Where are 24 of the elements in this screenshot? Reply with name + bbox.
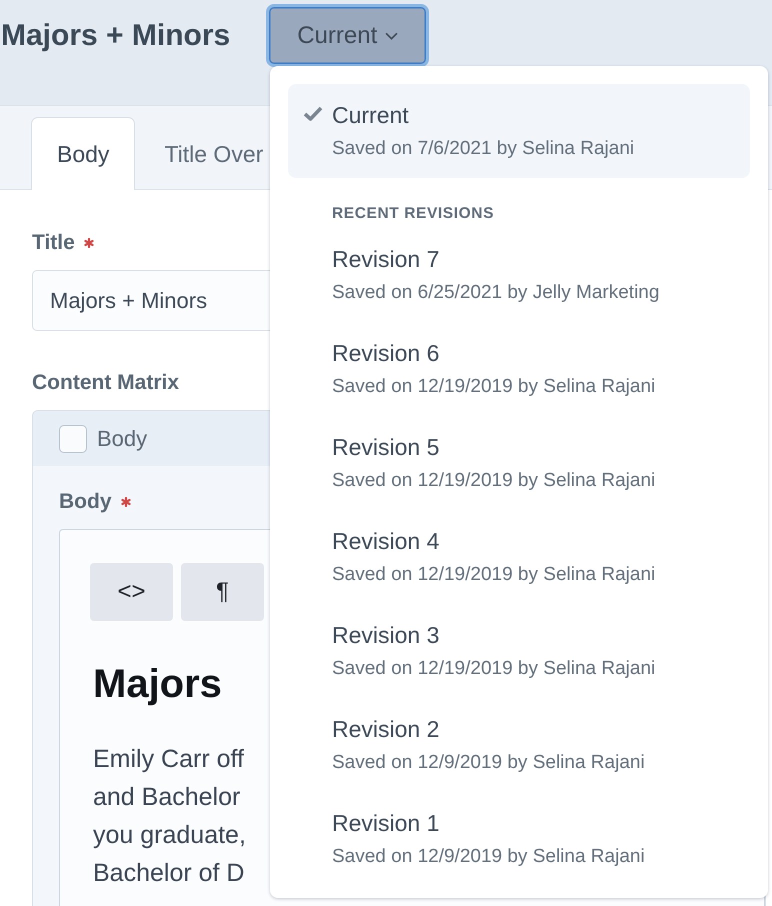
menu-item[interactable]: Revision 2 Saved on 12/9/2019 by Selina Rajani bbox=[288, 698, 750, 792]
tab[interactable]: Body bbox=[31, 117, 136, 190]
menu-section-heading: RECENT REVISIONS bbox=[332, 204, 494, 224]
menu-item[interactable]: Revision 4 Saved on 12/19/2019 by Selina Rajani bbox=[288, 510, 750, 604]
menu-item[interactable]: Revision 1 Saved on 12/9/2019 by Selina Rajani bbox=[288, 792, 750, 886]
chevron-down-icon bbox=[385, 32, 398, 40]
page-title: Majors + Minors bbox=[0, 18, 230, 54]
revision-dropdown-button[interactable]: Current bbox=[266, 4, 430, 67]
body-paragraph: Emily Carr off and Bachelor you graduate, Bachelor of D bbox=[93, 744, 246, 889]
menu-item[interactable]: Revision 3 Saved on 12/19/2019 by Selina Rajani bbox=[288, 604, 750, 698]
field-label: Content Matrix bbox=[32, 370, 179, 396]
content-heading: Majors bbox=[93, 661, 222, 708]
toolbar-button[interactable]: <> bbox=[90, 563, 173, 621]
checkbox[interactable] bbox=[59, 424, 87, 452]
field-label: Title bbox=[32, 230, 75, 256]
block-title: Body bbox=[97, 426, 148, 452]
menu-item[interactable]: Revision 6 Saved on 12/19/2019 by Selina Rajani bbox=[288, 322, 750, 416]
menu-item[interactable]: Revision 7 Saved on 6/25/2021 by Jelly Marketing bbox=[288, 228, 750, 322]
field-label: Body bbox=[59, 489, 112, 515]
check-icon bbox=[303, 105, 323, 122]
menu-item[interactable]: Revision 5 Saved on 12/19/2019 by Selina Rajani bbox=[288, 416, 750, 510]
menu-item[interactable]: Current Saved on 7/6/2021 by Selina Rajani bbox=[288, 84, 750, 178]
tab[interactable]: Title Over bbox=[138, 117, 268, 190]
toolbar-button[interactable]: ¶ bbox=[181, 563, 264, 621]
